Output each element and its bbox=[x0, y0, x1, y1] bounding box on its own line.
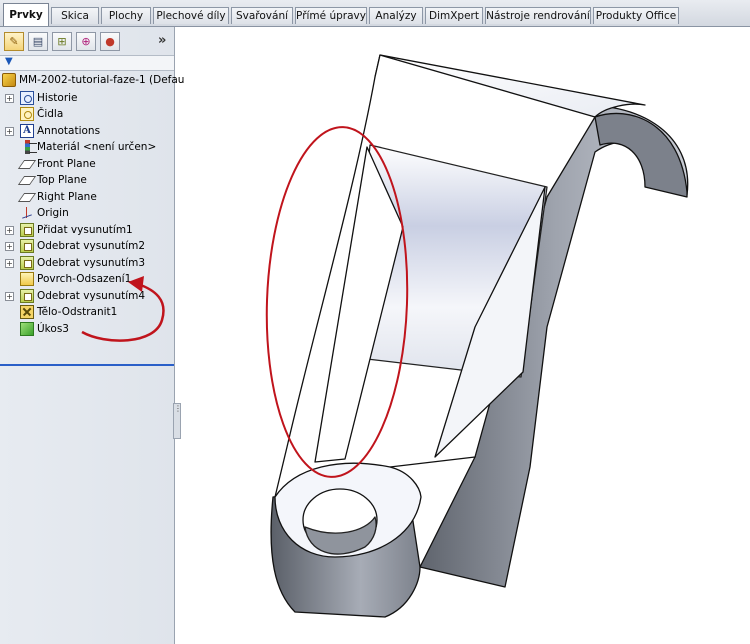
tab-nastroje-rendrovani[interactable]: Nástroje rendrování bbox=[485, 7, 591, 24]
boss-extrude-icon bbox=[20, 223, 34, 237]
tree-item-label: Přidat vysunutím1 bbox=[37, 224, 133, 236]
history-icon bbox=[20, 91, 34, 105]
tree-item-label: Historie bbox=[37, 92, 78, 104]
material-lines bbox=[29, 143, 37, 153]
property-manager-tab[interactable]: ▤ bbox=[28, 32, 48, 51]
display-manager-tab[interactable]: ● bbox=[100, 32, 120, 51]
feature-tree-icon: ✎ bbox=[9, 35, 19, 48]
expand-toggle[interactable]: + bbox=[5, 94, 14, 103]
manager-tab-strip: ✎ ▤ ⊞ ⊕ ● » bbox=[0, 27, 174, 55]
plane-icon bbox=[20, 173, 34, 187]
tree-item-label: Materiál <není určen> bbox=[37, 141, 157, 153]
tree-item-label: Origin bbox=[37, 207, 69, 219]
tree-filter-row[interactable]: ▼ bbox=[0, 55, 174, 71]
plane-icon bbox=[20, 157, 34, 171]
expand-toggle[interactable]: + bbox=[5, 259, 14, 268]
tab-prvky[interactable]: Prvky bbox=[3, 3, 49, 26]
expand-toggle[interactable]: + bbox=[5, 127, 14, 136]
part-name: MM-2002-tutorial-faze-1 (Defau bbox=[19, 74, 185, 86]
arch-outer-face bbox=[594, 112, 688, 198]
display-manager-icon: ● bbox=[105, 35, 115, 48]
dimxpert-icon: ⊕ bbox=[81, 35, 91, 48]
part-model[interactable] bbox=[270, 54, 689, 618]
property-manager-icon: ▤ bbox=[32, 35, 44, 48]
configuration-manager-tab[interactable]: ⊞ bbox=[52, 32, 72, 51]
filter-icon[interactable]: ▼ bbox=[5, 56, 13, 67]
sensors-icon bbox=[20, 107, 34, 121]
tab-prime-upravy[interactable]: Přímé úpravy bbox=[295, 7, 367, 24]
annotations-icon: A bbox=[20, 124, 34, 138]
configuration-icon: ⊞ bbox=[57, 35, 67, 48]
feature-manager-tab[interactable]: ✎ bbox=[4, 32, 24, 51]
expand-toggle[interactable]: + bbox=[5, 226, 14, 235]
cut-extrude-icon bbox=[20, 256, 34, 270]
tab-produkty-office[interactable]: Produkty Office bbox=[593, 7, 679, 24]
graphics-area[interactable] bbox=[175, 27, 750, 644]
expand-toggle[interactable]: + bbox=[5, 292, 14, 301]
tree-item-label: Odebrat vysunutím3 bbox=[37, 257, 146, 269]
cut-extrude-icon bbox=[20, 239, 34, 253]
cut-extrude-icon bbox=[20, 289, 34, 303]
tree-item-label: Čidla bbox=[37, 108, 64, 120]
offset-surface-icon bbox=[20, 272, 34, 286]
tab-dimxpert[interactable]: DimXpert bbox=[425, 7, 483, 24]
tree-item-label: Top Plane bbox=[37, 174, 87, 186]
dimxpert-manager-tab[interactable]: ⊕ bbox=[76, 32, 96, 51]
tab-plochy[interactable]: Plochy bbox=[101, 7, 151, 24]
tree-item-label: Right Plane bbox=[37, 191, 97, 203]
arrow-head bbox=[128, 276, 144, 292]
tree-item-label: Odebrat vysunutím2 bbox=[37, 240, 146, 252]
tab-svarovani[interactable]: Svařování bbox=[231, 7, 293, 24]
command-manager-tabs: Prvky Skica Plochy Plechové díly Svařová… bbox=[0, 0, 750, 27]
tab-analyzy[interactable]: Analýzy bbox=[369, 7, 423, 24]
origin-icon bbox=[20, 206, 34, 220]
tab-skica[interactable]: Skica bbox=[51, 7, 99, 24]
tree-item-label: Front Plane bbox=[37, 158, 96, 170]
more-tabs-button[interactable]: » bbox=[158, 33, 166, 48]
plane-icon bbox=[20, 190, 34, 204]
tree-item-label: Annotations bbox=[37, 125, 101, 137]
tab-plechove-dily[interactable]: Plechové díly bbox=[153, 7, 229, 24]
delete-body-icon bbox=[20, 305, 34, 319]
annotation-arrow bbox=[81, 276, 165, 342]
rollback-bar[interactable] bbox=[0, 364, 174, 366]
part-icon bbox=[2, 73, 16, 87]
draft-icon bbox=[20, 322, 34, 336]
expand-toggle[interactable]: + bbox=[5, 242, 14, 251]
